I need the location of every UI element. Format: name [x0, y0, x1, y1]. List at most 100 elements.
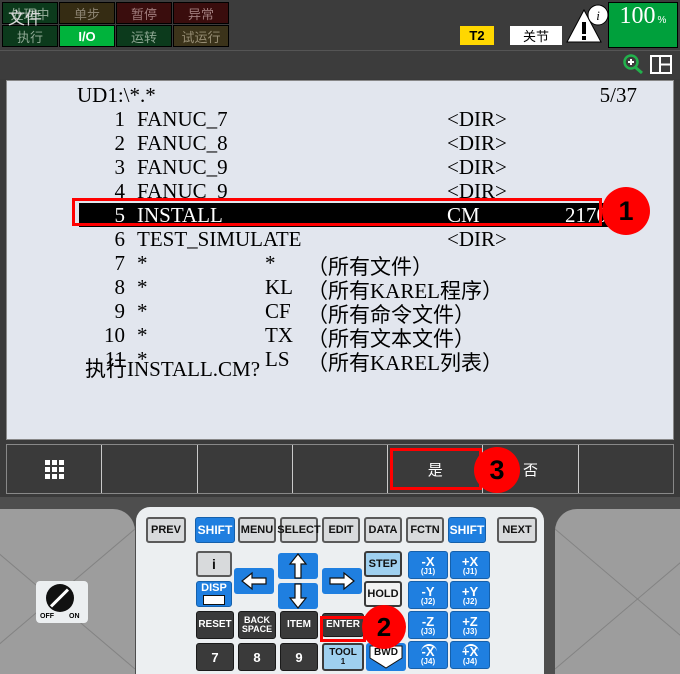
file-row[interactable]: 9 * CF （所有命令文件） — [7, 299, 673, 327]
key-jog-plusY-J2-sublabel: (J2) — [462, 596, 478, 606]
file-row-selected[interactable]: 5 INSTALL CM 2170 — [79, 203, 609, 227]
key-arrow-down[interactable] — [278, 583, 318, 609]
key-backspace-sublabel: SPACE — [241, 624, 273, 634]
zoom-in-icon[interactable] — [622, 54, 644, 74]
key-disp[interactable]: DISP — [196, 581, 232, 607]
key-bwd-label: BWD — [374, 647, 398, 658]
file-row-name: FANUC_9 — [137, 155, 228, 179]
file-row-name: * — [137, 299, 148, 323]
key-jog-plusY-J2[interactable]: +Y (J2) — [450, 581, 490, 609]
file-row-size: 2170 — [565, 203, 607, 227]
softkey-menu-grid[interactable] — [7, 445, 103, 493]
key-jog-minusX-J1[interactable]: -X (J1) — [408, 551, 448, 579]
on-off-knob-icon[interactable] — [46, 584, 74, 612]
key-8[interactable]: 8 — [238, 643, 276, 671]
file-row[interactable]: 4 FANUC_9 <DIR> — [7, 179, 673, 203]
key-data[interactable]: DATA — [364, 517, 402, 543]
file-row-name: FANUC_8 — [137, 131, 228, 155]
key-arrow-right[interactable] — [322, 568, 362, 594]
svg-text:i: i — [596, 8, 600, 23]
file-row[interactable]: 8 * KL （所有KAREL程序） — [7, 275, 673, 303]
teach-pendant-screenshot: 处理中 单步 暂停 异常 执行 I/O 运转 试运行 T2 关节 i 100 % — [0, 0, 680, 674]
coordinate-system-badge: 关节 — [510, 26, 562, 45]
key-info-label: i — [212, 556, 216, 572]
softkey-2[interactable] — [102, 445, 198, 493]
status-pause[interactable]: 暂停 — [116, 2, 172, 24]
key-item-label: ITEM — [287, 619, 311, 630]
file-row-index: 9 — [114, 299, 126, 323]
annotation-badge-2: 2 — [362, 605, 406, 649]
teach-pendant-screen: 处理中 单步 暂停 异常 执行 I/O 运转 试运行 T2 关节 i 100 % — [0, 0, 680, 500]
key-next[interactable]: NEXT — [497, 517, 537, 543]
status-header: 处理中 单步 暂停 异常 执行 I/O 运转 试运行 T2 关节 i 100 % — [0, 0, 680, 50]
key-enter-label: ENTER — [326, 619, 360, 630]
status-fault[interactable]: 异常 — [173, 2, 229, 24]
key-arrow-up[interactable] — [278, 553, 318, 579]
key-reset[interactable]: RESET — [196, 611, 234, 639]
file-row-index: 7 — [114, 251, 126, 275]
key-tool-1[interactable]: TOOL 1 — [322, 643, 364, 671]
softkey-4[interactable] — [292, 445, 389, 493]
key-jog-plusX-J1[interactable]: +X (J1) — [450, 551, 490, 579]
key-backspace[interactable]: BACK SPACE — [238, 611, 276, 639]
key-jog-plusX-J4[interactable]: +X (J4) — [450, 641, 490, 669]
key-tool-1-sublabel: 1 — [340, 657, 346, 666]
key-fctn[interactable]: FCTN — [406, 517, 444, 543]
file-row-ext: * — [265, 251, 276, 275]
key-prev-label: PREV — [151, 523, 181, 536]
status-io[interactable]: I/O — [59, 25, 115, 47]
softkey-3[interactable] — [197, 445, 293, 493]
key-select-label: SELECT — [277, 523, 321, 536]
file-list-panel: UD1:\*.* 5/37 1 FANUC_7 <DIR> 2 FANUC_8 <DIR>… — [6, 80, 674, 440]
key-9[interactable]: 9 — [280, 643, 318, 671]
key-edit[interactable]: EDIT — [322, 517, 360, 543]
key-7[interactable]: 7 — [196, 643, 234, 671]
file-row[interactable]: 2 FANUC_8 <DIR> — [7, 131, 673, 155]
key-shift-right[interactable]: SHIFT — [448, 517, 486, 543]
file-row[interactable]: 10 * TX （所有文本文件） — [7, 323, 673, 351]
file-row[interactable]: 1 FANUC_7 <DIR> — [7, 107, 673, 131]
status-running[interactable]: 运转 — [116, 25, 172, 47]
key-jog-minusX-J4[interactable]: -X (J4) — [408, 641, 448, 669]
key-jog-minusZ-J3-label: -Z — [421, 613, 435, 629]
file-row-type: <DIR> — [447, 179, 507, 203]
file-row[interactable]: 7 * * （所有文件） — [7, 251, 673, 279]
speed-unit: % — [657, 15, 667, 26]
key-disp-label: DISP — [201, 582, 227, 594]
file-row-index: 6 — [114, 227, 126, 251]
key-shift[interactable]: SHIFT — [195, 517, 235, 543]
key-jog-plusZ-J3-sublabel: (J3) — [462, 626, 478, 636]
softkey-7[interactable] — [578, 445, 673, 493]
split-window-icon[interactable] — [650, 55, 672, 74]
warning-triangle-info-icon[interactable]: i — [565, 4, 609, 46]
file-row-type: <DIR> — [447, 107, 507, 131]
key-item[interactable]: ITEM — [280, 611, 318, 639]
file-row[interactable]: 6 TEST_SIMULATE <DIR> — [7, 227, 673, 251]
key-step[interactable]: STEP — [364, 551, 402, 577]
status-test-run[interactable]: 试运行 — [173, 25, 229, 47]
file-row-index: 2 — [114, 131, 126, 155]
key-select[interactable]: SELECT — [277, 517, 321, 543]
key-enter[interactable]: ENTER — [322, 613, 364, 637]
key-jog-plusY-J2-label: +Y — [461, 583, 479, 599]
key-edit-label: EDIT — [328, 523, 354, 536]
key-menu[interactable]: MENU — [238, 517, 276, 543]
mode-badge: T2 — [460, 26, 494, 45]
key-hold[interactable]: HOLD — [364, 581, 402, 607]
status-single-step[interactable]: 单步 — [59, 2, 115, 24]
key-shift-label: SHIFT — [197, 523, 233, 537]
key-jog-plusZ-J3[interactable]: +Z (J3) — [450, 611, 490, 639]
key-prev[interactable]: PREV — [146, 517, 186, 543]
softkey-yes[interactable]: 是 — [388, 445, 484, 493]
file-row-type: <DIR> — [447, 227, 507, 251]
key-jog-minusY-J2[interactable]: -Y (J2) — [408, 581, 448, 609]
key-arrow-left[interactable] — [234, 568, 274, 594]
path-row: UD1:\*.* 5/37 — [77, 83, 637, 108]
key-8-label: 8 — [253, 649, 261, 665]
key-info[interactable]: i — [196, 551, 232, 577]
file-row-name: FANUC_9 — [137, 179, 228, 203]
title-bar — [0, 50, 680, 79]
key-jog-minusZ-J3[interactable]: -Z (J3) — [408, 611, 448, 639]
key-jog-plusX-J4-sublabel: (J4) — [462, 656, 478, 666]
file-row[interactable]: 3 FANUC_9 <DIR> — [7, 155, 673, 179]
